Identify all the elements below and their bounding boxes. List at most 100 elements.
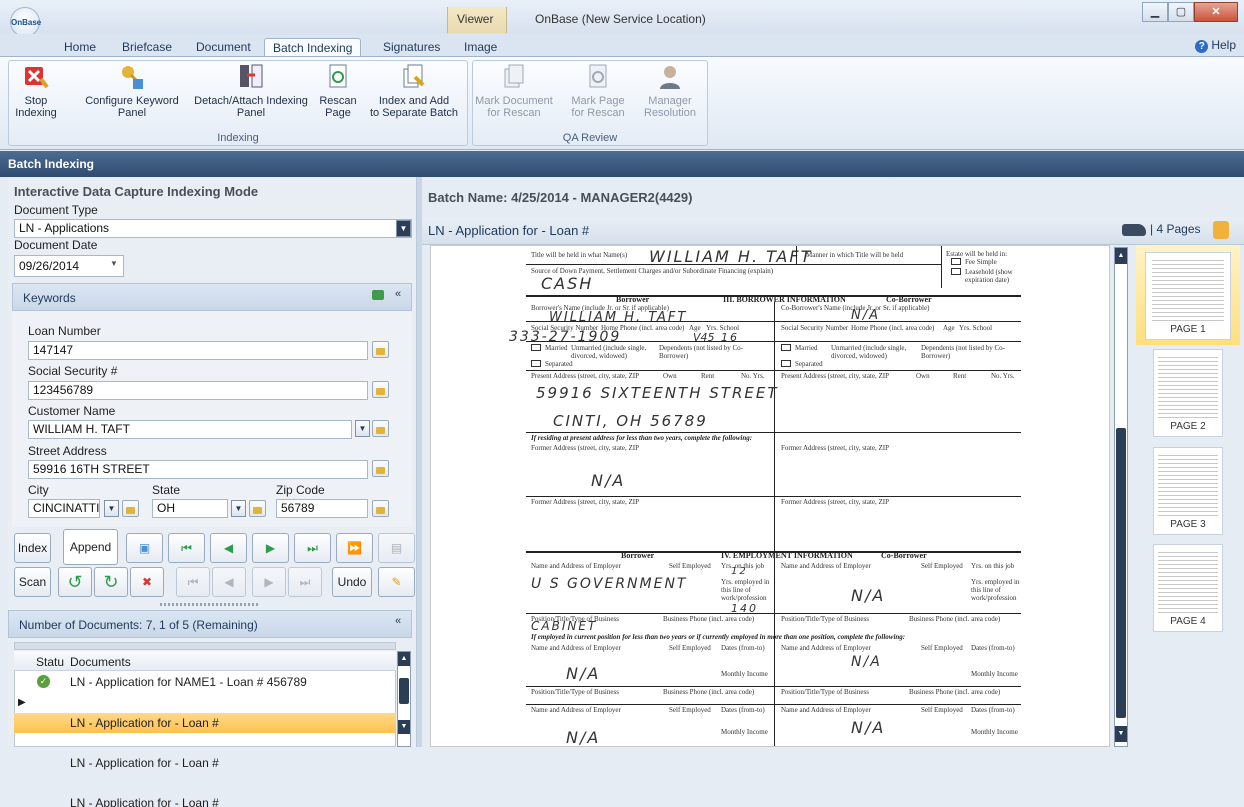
state-dropdown-icon[interactable]: ▼ — [231, 500, 246, 517]
thumbnail-image — [1152, 257, 1224, 323]
street-address-field[interactable]: 59916 16TH STREET — [28, 460, 368, 479]
stop-indexing-button[interactable]: Stop Indexing — [13, 63, 59, 119]
loan-number-lock-icon[interactable] — [372, 341, 389, 358]
minimize-button[interactable]: ▁ — [1142, 2, 1168, 22]
thumbnail-page[interactable]: PAGE 4 — [1153, 544, 1223, 632]
viewer-scroll-up-icon[interactable]: ▲ — [1115, 248, 1127, 264]
printer-icon[interactable] — [1122, 224, 1146, 236]
mark-page-rescan-label: Mark Page for Rescan — [571, 95, 625, 119]
form-handwriting: N/A — [566, 664, 601, 683]
collapse-keywords-icon[interactable]: « — [395, 288, 401, 300]
form-text: Present Address (street, city, state, ZI… — [781, 372, 890, 380]
move-first-page-button[interactable]: ⏮ — [176, 567, 210, 597]
rotate-left-button[interactable]: ↺ — [58, 567, 92, 597]
panel-splitter-grip[interactable] — [160, 603, 260, 606]
tab-document[interactable]: Document — [188, 38, 259, 57]
move-next-page-button[interactable]: ▶ — [252, 567, 286, 597]
list-item[interactable]: LN - Application for - Loan # — [14, 793, 396, 807]
document-type-dropdown-icon[interactable]: ▼ — [396, 220, 411, 237]
mark-page-rescan-button[interactable]: Mark Page for Rescan — [565, 63, 631, 119]
rescan-page-button[interactable]: Rescan Page — [315, 63, 361, 119]
customer-name-field[interactable]: WILLIAM H. TAFT — [28, 420, 352, 439]
zip-lock-icon[interactable] — [372, 500, 389, 517]
list-scroll-up-icon[interactable]: ▲ — [398, 652, 410, 666]
current-row-arrow-icon: ▶ — [18, 697, 26, 708]
document-date-field[interactable]: 09/26/2014 — [14, 255, 124, 277]
thumbnail-page[interactable]: PAGE 3 — [1153, 447, 1223, 535]
first-doc-button[interactable]: ⏮ — [168, 533, 205, 563]
street-address-lock-icon[interactable] — [372, 460, 389, 477]
customer-name-dropdown-icon[interactable]: ▼ — [355, 420, 370, 437]
list-scroll-down-icon[interactable]: ▼ — [398, 720, 410, 734]
collapse-documents-icon[interactable]: « — [395, 615, 401, 627]
city-dropdown-icon[interactable]: ▼ — [104, 500, 119, 517]
list-item[interactable]: LN - Application for - Loan # — [14, 753, 396, 773]
form-handwriting: N/A — [566, 728, 601, 747]
document-type-select[interactable]: LN - Applications — [14, 219, 412, 238]
keyword-action-icon[interactable] — [372, 290, 384, 300]
list-item-label: LN - Application for - Loan # — [70, 796, 219, 807]
list-item[interactable]: LN - Application for NAME1 - Loan # 4567… — [14, 672, 396, 692]
documents-column-header[interactable]: Documents — [70, 655, 131, 669]
manager-resolution-button[interactable]: Manager Resolution — [639, 63, 701, 119]
mark-document-rescan-button[interactable]: Mark Document for Rescan — [475, 63, 553, 119]
undo-button[interactable]: Undo — [332, 567, 372, 597]
viewer-scroll-thumb[interactable] — [1116, 428, 1126, 718]
delete-page-button[interactable]: ✖ — [130, 567, 164, 597]
move-last-page-button[interactable]: ⏭ — [288, 567, 322, 597]
last-doc-button[interactable]: ⏭ — [294, 533, 331, 563]
lock-icon[interactable] — [1213, 221, 1229, 239]
tab-image[interactable]: Image — [456, 38, 505, 57]
zip-field[interactable]: 56789 — [276, 499, 368, 518]
index-add-separate-batch-button[interactable]: Index and Add to Separate Batch — [363, 63, 465, 119]
form-text: If residing at present address for less … — [531, 434, 753, 442]
help-link[interactable]: ? Help — [1195, 38, 1236, 53]
form-text: Monthly Income — [971, 670, 1018, 678]
keywords-header[interactable]: Keywords — [12, 283, 412, 311]
form-text: Name and Address of Employer — [531, 706, 621, 714]
tab-home[interactable]: Home — [56, 38, 104, 57]
form-rule — [526, 341, 1021, 342]
fast-forward-button[interactable]: ⏩ — [336, 533, 373, 563]
index-button[interactable]: Index — [14, 533, 51, 563]
move-prev-page-button[interactable]: ◀ — [212, 567, 246, 597]
prev-doc-button[interactable]: ◀ — [210, 533, 247, 563]
detach-attach-panel-button[interactable]: Detach/Attach Indexing Panel — [189, 63, 313, 119]
next-doc-button[interactable]: ▶ — [252, 533, 289, 563]
tab-signatures[interactable]: Signatures — [375, 38, 448, 57]
city-field[interactable]: CINCINATTI — [28, 499, 100, 518]
form-text: III. BORROWER INFORMATION — [723, 295, 846, 304]
state-field[interactable]: OH — [152, 499, 228, 518]
configure-keyword-panel-button[interactable]: Configure Keyword Panel — [79, 63, 185, 119]
ssn-field[interactable]: 123456789 — [28, 381, 368, 400]
form-checkbox — [781, 344, 791, 351]
scan-button[interactable]: Scan — [14, 567, 51, 597]
onbase-logo[interactable]: OnBase — [10, 7, 41, 37]
form-text: Monthly Income — [721, 728, 768, 736]
tab-briefcase[interactable]: Briefcase — [114, 38, 180, 57]
list-item-selected[interactable]: LN - Application for - Loan # — [14, 713, 396, 733]
append-button[interactable]: Append — [63, 529, 118, 565]
window-title: OnBase (New Service Location) — [535, 12, 706, 26]
viewer-scroll-down-icon[interactable]: ▼ — [1115, 726, 1127, 742]
city-lock-icon[interactable] — [122, 500, 139, 517]
rotate-left-icon: ↺ — [67, 572, 83, 592]
date-chevron-down-icon[interactable]: ▼ — [110, 259, 118, 268]
loan-number-field[interactable]: 147147 — [28, 341, 368, 360]
list-scroll-thumb[interactable] — [399, 678, 409, 704]
tab-batch-indexing[interactable]: Batch Indexing — [264, 38, 362, 57]
list-toolbar — [14, 642, 396, 650]
add-page-button[interactable]: ▤ — [378, 533, 415, 563]
clear-keywords-button[interactable]: ✎ — [378, 567, 415, 597]
page-view-button[interactable]: ▣ — [126, 533, 163, 563]
close-button[interactable]: ✕ — [1194, 2, 1238, 22]
state-lock-icon[interactable] — [249, 500, 266, 517]
rotate-right-button[interactable]: ↻ — [94, 567, 128, 597]
thumbnail-page[interactable]: PAGE 1 — [1145, 252, 1231, 340]
customer-name-lock-icon[interactable] — [372, 420, 389, 437]
ssn-lock-icon[interactable] — [372, 381, 389, 398]
thumbnail-page[interactable]: PAGE 2 — [1153, 349, 1223, 437]
document-image[interactable]: Title will be held in what Name(s) WILLI… — [430, 245, 1110, 747]
status-column-header[interactable]: Statu — [36, 655, 64, 669]
maximize-button[interactable]: ▢ — [1168, 2, 1194, 22]
